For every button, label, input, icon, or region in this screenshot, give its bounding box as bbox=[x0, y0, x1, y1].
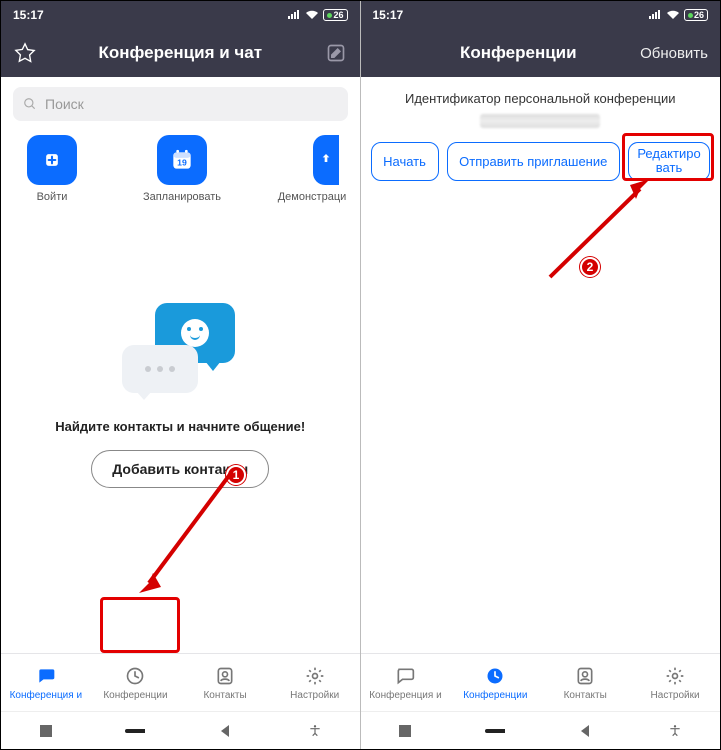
nav-chat[interactable]: Конференция и bbox=[1, 654, 91, 711]
sys-back-icon[interactable] bbox=[215, 721, 235, 741]
sys-accessibility-icon[interactable] bbox=[305, 721, 325, 741]
status-time: 15:17 bbox=[13, 8, 44, 22]
nav-contacts-label: Контакты bbox=[564, 690, 607, 701]
highlight-step1 bbox=[100, 597, 180, 653]
action-schedule[interactable]: 19 Запланировать bbox=[143, 135, 221, 203]
action-join[interactable]: Войти bbox=[13, 135, 91, 203]
status-icons: 26 bbox=[287, 9, 347, 21]
pci-label: Идентификатор персональной конференции bbox=[361, 91, 721, 106]
nav-meetings[interactable]: Конференции bbox=[91, 654, 181, 711]
add-contacts-button[interactable]: Добавить контакты bbox=[91, 450, 269, 488]
upload-icon bbox=[313, 135, 339, 185]
nav-meetings[interactable]: Конференции bbox=[450, 654, 540, 711]
clock-icon bbox=[124, 665, 146, 687]
system-nav bbox=[1, 711, 360, 749]
nav-settings[interactable]: Настройки bbox=[270, 654, 360, 711]
calendar-icon: 19 bbox=[157, 135, 207, 185]
refresh-button[interactable]: Обновить bbox=[640, 45, 708, 62]
chat-bubble-icon bbox=[35, 665, 57, 687]
search-input[interactable]: Поиск bbox=[13, 87, 348, 121]
sys-recent-icon[interactable] bbox=[395, 721, 415, 741]
compose-icon[interactable] bbox=[324, 43, 348, 63]
action-join-label: Войти bbox=[37, 191, 68, 203]
nav-settings-label: Настройки bbox=[651, 690, 700, 701]
action-share-label: Демонстраци bbox=[278, 191, 347, 203]
sys-home-icon[interactable] bbox=[125, 721, 145, 741]
favorite-icon[interactable] bbox=[13, 42, 37, 64]
pci-value-blurred bbox=[480, 114, 600, 128]
signal-icon bbox=[287, 10, 301, 20]
bottom-nav: Конференция и Конференции Контакты Настр… bbox=[1, 653, 360, 711]
nav-contacts-label: Контакты bbox=[203, 690, 246, 701]
nav-contacts[interactable]: Контакты bbox=[540, 654, 630, 711]
status-bar: 15:17 26 bbox=[1, 1, 360, 29]
clock-icon bbox=[484, 665, 506, 687]
nav-meetings-label: Конференции bbox=[103, 690, 167, 701]
start-button[interactable]: Начать bbox=[371, 142, 439, 181]
page-title: Конференция и чат bbox=[37, 43, 324, 63]
status-bar: 15:17 26 bbox=[361, 1, 721, 29]
action-schedule-label: Запланировать bbox=[143, 191, 221, 203]
nav-settings[interactable]: Настройки bbox=[630, 654, 720, 711]
send-invite-button[interactable]: Отправить приглашение bbox=[447, 142, 621, 181]
nav-chat-label: Конференция и bbox=[10, 690, 82, 701]
nav-chat-label: Конференция и bbox=[369, 690, 441, 701]
nav-meetings-label: Конференции bbox=[463, 690, 527, 701]
status-icons: 26 bbox=[648, 9, 708, 21]
plus-icon bbox=[27, 135, 77, 185]
contact-icon bbox=[214, 665, 236, 687]
edit-button[interactable]: Редактиро вать bbox=[628, 142, 710, 181]
sys-recent-icon[interactable] bbox=[36, 721, 56, 741]
screen-chat: 15:17 26 Конференция и чат Поиск bbox=[1, 1, 361, 749]
quick-actions: Войти 19 Запланировать Демонстраци bbox=[1, 131, 360, 203]
gear-icon bbox=[304, 665, 326, 687]
nav-contacts[interactable]: Контакты bbox=[180, 654, 270, 711]
page-title: Конференции bbox=[397, 43, 641, 63]
arrow-step2 bbox=[540, 177, 660, 287]
chat-bubble-icon bbox=[394, 665, 416, 687]
bottom-nav: Конференция и Конференции Контакты Настр… bbox=[361, 653, 721, 711]
wifi-icon bbox=[305, 10, 319, 20]
sys-back-icon[interactable] bbox=[575, 721, 595, 741]
battery-icon: 26 bbox=[323, 9, 347, 21]
system-nav bbox=[361, 711, 721, 749]
chat-illustration bbox=[1, 303, 360, 393]
signal-icon bbox=[648, 10, 662, 20]
sys-accessibility-icon[interactable] bbox=[665, 721, 685, 741]
battery-icon: 26 bbox=[684, 9, 708, 21]
search-icon bbox=[23, 97, 37, 111]
pci-actions: Начать Отправить приглашение Редактиро в… bbox=[361, 142, 721, 181]
status-time: 15:17 bbox=[373, 8, 404, 22]
contact-icon bbox=[574, 665, 596, 687]
sys-home-icon[interactable] bbox=[485, 721, 505, 741]
header: Конференции Обновить bbox=[361, 29, 721, 77]
nav-chat[interactable]: Конференция и bbox=[361, 654, 451, 711]
action-share[interactable]: Демонстраци bbox=[273, 135, 351, 203]
header: Конференция и чат bbox=[1, 29, 360, 77]
nav-settings-label: Настройки bbox=[290, 690, 339, 701]
wifi-icon bbox=[666, 10, 680, 20]
badge-step2: 2 bbox=[580, 257, 600, 277]
screen-meetings: 15:17 26 Конференции Обновить Идентифика… bbox=[361, 1, 721, 749]
search-placeholder: Поиск bbox=[45, 96, 84, 112]
gear-icon bbox=[664, 665, 686, 687]
empty-prompt: Найдите контакты и начните общение! bbox=[1, 419, 360, 434]
svg-text:19: 19 bbox=[177, 157, 187, 167]
